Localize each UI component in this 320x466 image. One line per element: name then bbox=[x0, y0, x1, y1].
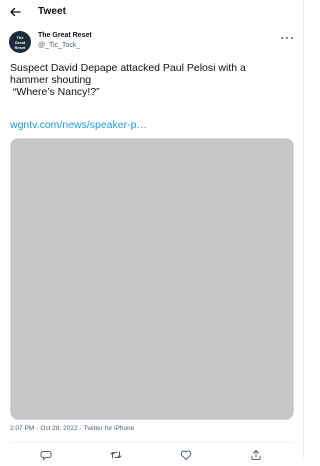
page-title: Tweet bbox=[38, 6, 67, 17]
arrow-left-icon[interactable] bbox=[8, 5, 22, 19]
like-icon[interactable] bbox=[180, 448, 192, 460]
action-bar bbox=[0, 448, 304, 461]
tweet-text-line: “Where’s Nancy!?” bbox=[10, 86, 100, 98]
divider bbox=[10, 442, 294, 443]
tweet-time[interactable]: 2:07 PM bbox=[10, 425, 34, 432]
retweet-icon[interactable] bbox=[110, 448, 122, 460]
avatar-text-line: Reset bbox=[14, 44, 26, 50]
avatar-text-line: The bbox=[16, 34, 24, 40]
more-options-icon[interactable] bbox=[281, 35, 293, 41]
tweet-text-line: hammer shouting bbox=[10, 74, 92, 86]
tweet-text: Suspect David Depape attacked Paul Pelos… bbox=[10, 62, 295, 98]
tweet-source[interactable]: Twitter for iPhone bbox=[84, 425, 135, 432]
avatar-text-line: Great bbox=[14, 39, 26, 45]
tweet-text-line: Suspect David Depape attacked Paul Pelos… bbox=[10, 62, 246, 74]
author-handle[interactable]: @_Tic_Tock_ bbox=[38, 42, 80, 49]
top-bar: Tweet bbox=[0, 0, 304, 26]
tweet-date[interactable]: Oct 28, 2022 bbox=[40, 425, 77, 432]
reply-icon[interactable] bbox=[40, 448, 52, 461]
tweet-page: Tweet The Great Reset The Great Reset @_… bbox=[0, 0, 304, 461]
tweet-metadata: 2:07 PM · Oct 28, 2022 · Twitter for iPh… bbox=[10, 425, 134, 432]
tweet-link[interactable]: wgntv.com/news/speaker-p… bbox=[10, 119, 147, 131]
meta-separator: · bbox=[36, 425, 39, 432]
meta-separator: · bbox=[79, 425, 82, 432]
tweet-photo[interactable] bbox=[10, 138, 294, 420]
avatar[interactable]: The Great Reset bbox=[9, 31, 31, 53]
author-display-name[interactable]: The Great Reset bbox=[38, 32, 92, 39]
share-icon[interactable] bbox=[250, 448, 262, 460]
